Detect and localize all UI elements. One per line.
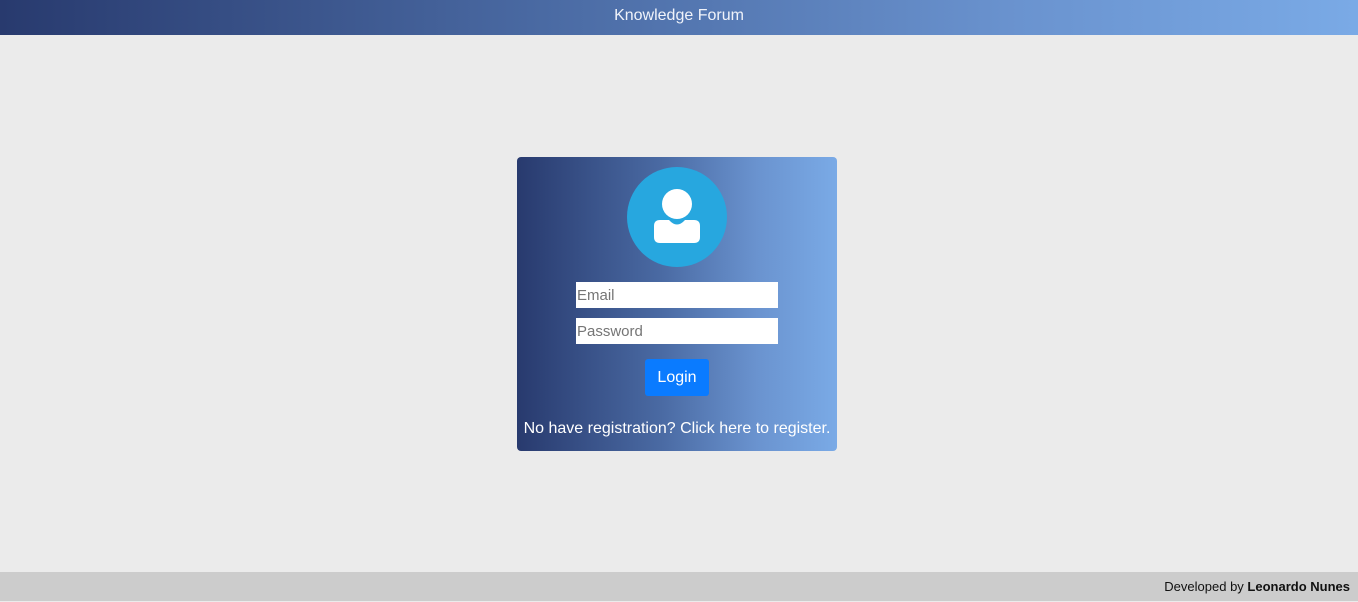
- footer-prefix: Developed by: [1164, 579, 1244, 594]
- user-icon: [654, 189, 700, 243]
- login-button[interactable]: Login: [645, 359, 709, 396]
- app-title: Knowledge Forum: [614, 7, 744, 24]
- avatar: [627, 167, 727, 267]
- footer-author: Leonardo Nunes: [1247, 579, 1350, 594]
- app-header: Knowledge Forum: [0, 0, 1358, 35]
- email-input[interactable]: [576, 282, 778, 308]
- login-card: Login No have registration? Click here t…: [517, 157, 837, 451]
- password-input[interactable]: [576, 318, 778, 344]
- footer: Developed by Leonardo Nunes: [0, 572, 1358, 601]
- register-link[interactable]: No have registration? Click here to regi…: [517, 419, 837, 439]
